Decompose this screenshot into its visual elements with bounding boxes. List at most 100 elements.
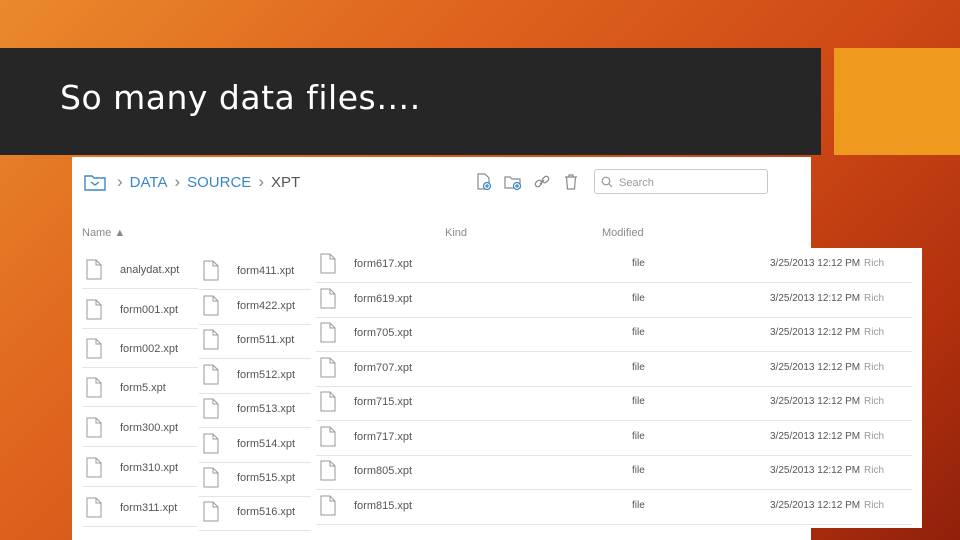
file-icon [320,322,336,343]
column-header-modified[interactable]: Modified [602,227,644,239]
search-box[interactable] [594,169,768,194]
file-name: form815.xpt [354,499,413,512]
file-name: form512.xpt [237,368,296,381]
row-divider [316,351,912,352]
list-item[interactable]: form617.xpt [320,253,412,274]
row-divider [82,406,198,407]
row-divider [316,317,912,318]
search-icon [601,176,613,188]
file-icon [203,329,219,350]
file-name: form411.xpt [237,264,295,277]
list-item[interactable]: form001.xpt [86,299,178,320]
file-modified: 3/25/2013 12:12 PM [770,500,861,511]
list-item[interactable]: form717.xpt [320,426,412,447]
file-icon [320,460,336,481]
file-name: form516.xpt [237,505,296,518]
row-divider [316,489,912,490]
list-item[interactable]: form422.xpt [203,295,295,316]
file-icon [86,377,102,398]
slide-title: So many data files…. [60,78,421,117]
trash-icon[interactable] [562,173,580,191]
file-icon [203,433,219,454]
column-header-name[interactable]: Name ▲ [82,227,125,239]
file-kind: file [632,431,645,442]
file-kind: file [632,362,645,373]
file-icon [203,467,219,488]
list-item[interactable]: form815.xpt [320,495,412,516]
file-kind: file [632,258,645,269]
list-item[interactable]: form513.xpt [203,398,295,419]
list-item[interactable]: analydat.xpt [86,259,179,280]
list-item[interactable]: form516.xpt [203,501,295,522]
file-name: form707.xpt [354,361,413,374]
list-item[interactable]: form515.xpt [203,467,295,488]
folder-icon[interactable] [84,173,106,191]
row-divider [82,367,198,368]
list-item[interactable]: form512.xpt [203,364,295,385]
file-owner: Rich [864,396,885,407]
file-icon [203,260,219,281]
list-item[interactable]: form511.xpt [203,329,294,350]
file-kind: file [632,465,645,476]
search-input[interactable] [617,173,761,192]
list-item[interactable]: form707.xpt [320,357,412,378]
new-folder-icon[interactable] [504,173,522,191]
breadcrumb-source[interactable]: SOURCE [187,174,251,191]
list-item[interactable]: form715.xpt [320,391,412,412]
row-divider [316,455,912,456]
row-divider [199,462,311,463]
file-name: form705.xpt [354,326,413,339]
row-divider [316,282,912,283]
file-name: form310.xpt [120,461,179,474]
row-divider [199,324,311,325]
file-name: form514.xpt [237,437,296,450]
breadcrumb-xpt[interactable]: XPT [271,174,300,191]
list-item[interactable]: form411.xpt [203,260,294,281]
new-file-icon[interactable] [475,173,493,191]
list-item[interactable]: form619.xpt [320,288,412,309]
list-item[interactable]: form310.xpt [86,457,178,478]
file-kind: file [632,500,645,511]
file-owner: Rich [864,293,885,304]
file-icon [86,417,102,438]
file-icon [320,357,336,378]
column-header-kind[interactable]: Kind [445,227,467,239]
file-modified: 3/25/2013 12:12 PM [770,258,861,269]
file-kind: file [632,293,645,304]
file-owner: Rich [864,431,885,442]
list-item[interactable]: form002.xpt [86,338,178,359]
file-owner: Rich [864,258,885,269]
list-item[interactable]: form805.xpt [320,460,412,481]
row-divider [199,289,311,290]
file-name: analydat.xpt [120,263,180,276]
file-name: form300.xpt [120,421,179,434]
file-icon [320,495,336,516]
file-icon [203,295,219,316]
list-item[interactable]: form514.xpt [203,433,295,454]
file-owner: Rich [864,500,885,511]
file-icon [86,338,102,359]
file-icon [86,259,102,280]
file-name: form805.xpt [354,464,413,477]
list-item[interactable]: form705.xpt [320,322,412,343]
file-icon [320,391,336,412]
file-name: form001.xpt [120,303,179,316]
row-divider [82,446,198,447]
file-modified: 3/25/2013 12:12 PM [770,327,861,338]
file-kind: file [632,327,645,338]
row-divider [82,328,198,329]
file-modified: 3/25/2013 12:12 PM [770,362,861,373]
list-item[interactable]: form5.xpt [86,377,166,398]
chevron-right-icon: › [174,172,181,191]
breadcrumb-data[interactable]: DATA [130,174,168,191]
row-divider [199,393,311,394]
list-item[interactable]: form300.xpt [86,417,178,438]
list-item[interactable]: form311.xpt [86,497,177,518]
file-owner: Rich [864,327,885,338]
link-icon[interactable] [533,173,551,191]
file-name: form311.xpt [120,501,178,514]
file-name: form511.xpt [237,333,295,346]
row-divider [199,530,311,531]
file-icon [86,457,102,478]
file-name: form515.xpt [237,471,296,484]
